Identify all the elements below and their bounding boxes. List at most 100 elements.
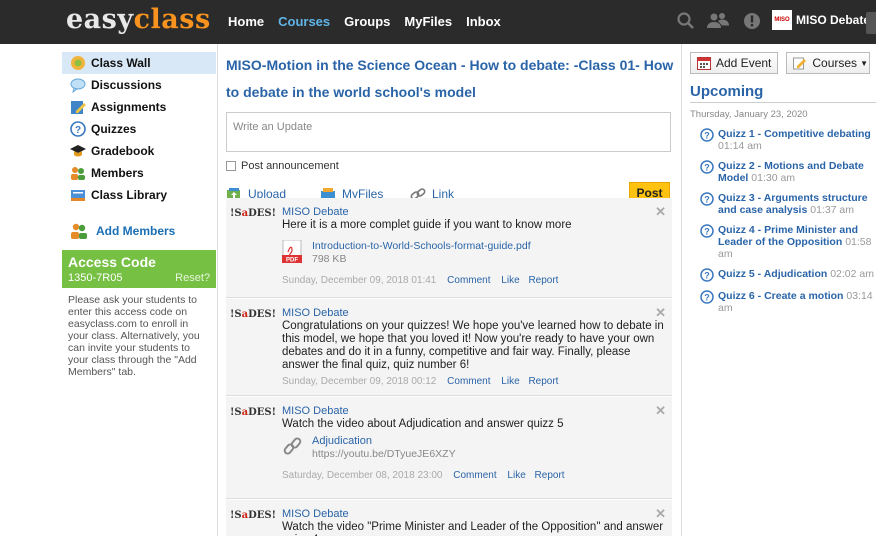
wall-post: !SaDES! ✕ MISO Debate Here it is a more … <box>226 198 672 298</box>
post-author[interactable]: MISO Debate <box>282 405 666 417</box>
upcoming-quiz-item[interactable]: ? Quizz 3 - Arguments structure and case… <box>690 192 876 216</box>
close-icon[interactable]: ✕ <box>655 506 666 522</box>
upcoming-quiz-item[interactable]: ? Quizz 6 - Create a motion 03:14 am <box>690 290 876 314</box>
close-icon[interactable]: ✕ <box>655 403 666 419</box>
svg-text:?: ? <box>704 195 710 205</box>
upcoming-quiz-item[interactable]: ? Quizz 5 - Adjudication 02:02 am <box>690 268 876 282</box>
nav-inbox[interactable]: Inbox <box>466 14 501 29</box>
question-icon: ? <box>700 160 714 174</box>
post-announcement-option[interactable]: Post announcement <box>226 160 674 172</box>
announcement-label: Post announcement <box>241 160 339 172</box>
user-avatar: MISO <box>772 10 792 30</box>
post-text: Congratulations on your quizzes! We hope… <box>282 320 664 371</box>
add-members-button[interactable]: Add Members <box>62 220 216 242</box>
close-icon[interactable]: ✕ <box>655 204 666 220</box>
report-link[interactable]: Report <box>535 470 565 481</box>
post-avatar: !SaDES! <box>230 407 277 418</box>
post-attachment[interactable]: Adjudication https://youtu.be/DTyueJE6XZ… <box>282 435 666 460</box>
sidebar-item-label: Quizzes <box>91 122 137 136</box>
sidebar-item-class-wall[interactable]: Class Wall <box>62 52 216 74</box>
comment-link[interactable]: Comment <box>447 275 490 286</box>
pdf-file-icon: PDF <box>282 239 304 264</box>
user-dropdown-button[interactable] <box>866 12 876 34</box>
quiz-title[interactable]: Quizz 6 - Create a motion <box>718 290 843 302</box>
post-author[interactable]: MISO Debate <box>282 508 666 520</box>
add-members-icon <box>70 222 88 240</box>
update-input[interactable]: Write an Update <box>226 112 671 152</box>
access-code-panel: Access Code 1350-7R05 Reset? <box>62 250 216 288</box>
sidebar-item-members[interactable]: Members <box>62 162 216 184</box>
wall-post: !SaDES! ✕ MISO Debate Watch the video "P… <box>226 499 672 536</box>
report-link[interactable]: Report <box>528 275 558 286</box>
quiz-time: 01:14 am <box>718 140 762 152</box>
post-date: Sunday, December 09, 2018 00:12 <box>282 376 437 387</box>
user-name[interactable]: MISO Debate <box>796 13 870 27</box>
quiz-title[interactable]: Quizz 5 - Adjudication <box>718 268 827 280</box>
upcoming-quiz-item[interactable]: ? Quizz 4 - Prime Minister and Leader of… <box>690 224 876 260</box>
divider <box>690 102 876 103</box>
easyclass-logo[interactable]: easyclass <box>66 4 211 35</box>
nav-courses[interactable]: Courses <box>278 14 330 29</box>
like-link[interactable]: Like <box>507 470 525 481</box>
nav-links: Home Courses Groups MyFiles Inbox <box>228 14 501 29</box>
discussion-bubble-icon <box>70 77 86 93</box>
post-author[interactable]: MISO Debate <box>282 307 666 319</box>
reset-access-code-link[interactable]: Reset? <box>175 272 210 284</box>
sidebar-item-gradebook[interactable]: Gradebook <box>62 140 216 162</box>
alert-icon[interactable] <box>742 11 762 31</box>
wall-post: !SaDES! ✕ MISO Debate Congratulations on… <box>226 298 672 396</box>
quiz-title[interactable]: Quizz 4 - Prime Minister and Leader of t… <box>718 224 858 248</box>
courses-label: Courses <box>812 56 858 70</box>
close-icon[interactable]: ✕ <box>655 305 666 321</box>
add-event-button[interactable]: Add Event <box>690 52 779 74</box>
search-icon[interactable] <box>676 11 696 31</box>
comment-link[interactable]: Comment <box>453 470 496 481</box>
column-divider <box>681 44 682 536</box>
caret-down-icon: ▼ <box>860 58 868 68</box>
nav-groups[interactable]: Groups <box>344 14 390 29</box>
assignment-pencil-icon <box>70 99 86 115</box>
link-chain-icon <box>282 435 304 459</box>
add-event-label: Add Event <box>716 56 772 70</box>
user-menu[interactable]: MISO MISO Debate <box>772 10 870 30</box>
sidebar-item-assignments[interactable]: Assignments <box>62 96 216 118</box>
nav-myfiles[interactable]: MyFiles <box>404 14 452 29</box>
question-icon: ? <box>700 268 714 282</box>
sidebar-item-label: Class Library <box>91 188 168 202</box>
upcoming-quiz-item[interactable]: ? Quizz 1 - Competitive debating 01:14 a… <box>690 128 876 152</box>
nav-home[interactable]: Home <box>228 14 264 29</box>
access-code-value: 1350-7R05 <box>68 272 123 284</box>
question-icon: ? <box>700 128 714 142</box>
svg-text:?: ? <box>704 131 710 141</box>
sidebar-item-class-library[interactable]: Class Library <box>62 184 216 206</box>
report-link[interactable]: Report <box>528 376 558 387</box>
sidebar-item-quizzes[interactable]: ? Quizzes <box>62 118 216 140</box>
like-link[interactable]: Like <box>501 376 519 387</box>
post-avatar: !SaDES! <box>230 309 277 320</box>
quiz-time: 01:37 am <box>810 204 855 216</box>
upcoming-quiz-item[interactable]: ? Quizz 2 - Motions and Debate Model 01:… <box>690 160 876 184</box>
courses-dropdown[interactable]: Courses ▼ <box>786 52 871 74</box>
people-icon[interactable] <box>706 11 730 31</box>
comment-link[interactable]: Comment <box>447 376 490 387</box>
attachment-name[interactable]: Adjudication <box>312 435 456 447</box>
add-members-label: Add Members <box>96 224 176 238</box>
left-sidebar: Class Wall Discussions Assignments ? Qui… <box>62 52 216 378</box>
quiz-title[interactable]: Quizz 1 - Competitive debating <box>718 128 871 140</box>
attachment-name[interactable]: Introduction-to-World-Schools-format-gui… <box>312 240 531 252</box>
class-wall-main: MISO-Motion in the Science Ocean - How t… <box>226 52 674 206</box>
post-avatar: !SaDES! <box>230 510 277 521</box>
question-icon: ? <box>70 121 86 137</box>
svg-text:?: ? <box>704 271 710 281</box>
post-attachment[interactable]: PDF Introduction-to-World-Schools-format… <box>282 239 666 265</box>
svg-text:?: ? <box>704 293 710 303</box>
announcement-checkbox[interactable] <box>226 161 236 171</box>
sidebar-item-label: Assignments <box>91 100 167 114</box>
sidebar-item-discussions[interactable]: Discussions <box>62 74 216 96</box>
attachment-url: https://youtu.be/DTyueJE6XZY <box>312 448 456 460</box>
like-link[interactable]: Like <box>501 275 519 286</box>
post-author[interactable]: MISO Debate <box>282 206 666 218</box>
right-panel: Add Event Courses ▼ Upcoming Thursday, J… <box>690 52 876 314</box>
svg-text:PDF: PDF <box>286 258 298 264</box>
sidebar-item-label: Gradebook <box>91 144 155 158</box>
